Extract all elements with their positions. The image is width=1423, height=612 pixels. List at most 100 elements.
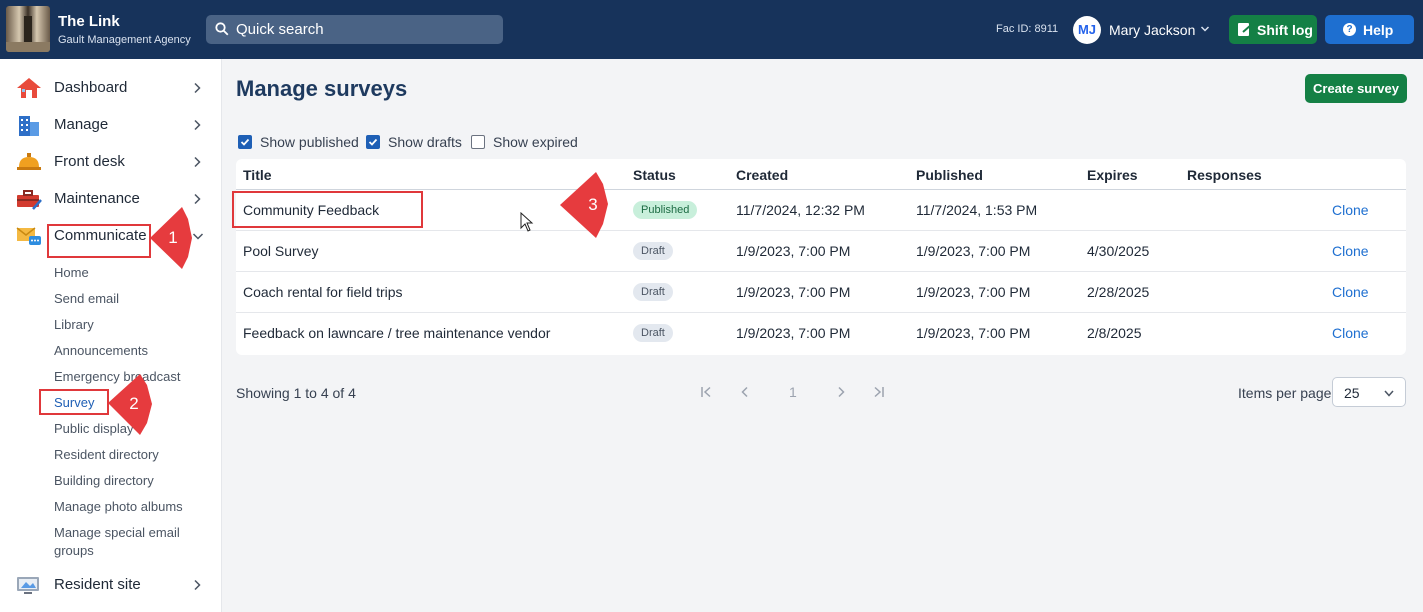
facility-id: Fac ID: 8911 (996, 23, 1059, 35)
published-date: 1/9/2023, 7:00 PM (916, 284, 1031, 300)
search-icon (215, 22, 229, 36)
check-icon (368, 138, 378, 146)
column-header-created[interactable]: Created (736, 167, 788, 183)
search-placeholder: Quick search (236, 21, 324, 38)
table-row[interactable]: Pool Survey Draft 1/9/2023, 7:00 PM 1/9/… (236, 231, 1406, 272)
table-row[interactable]: Feedback on lawncare / tree maintenance … (236, 313, 1406, 354)
items-per-page-select[interactable]: 25 (1332, 377, 1406, 407)
highlight-box-survey (39, 389, 109, 415)
create-survey-button[interactable]: Create survey (1305, 74, 1407, 103)
created-date: 11/7/2024, 12:32 PM (736, 202, 865, 218)
clone-link[interactable]: Clone (1332, 243, 1369, 259)
current-page[interactable]: 1 (789, 384, 797, 400)
mail-chat-icon (16, 227, 41, 245)
help-button[interactable]: ? Help (1325, 15, 1414, 44)
note-edit-icon (1238, 23, 1252, 36)
survey-title[interactable]: Coach rental for field trips (243, 284, 403, 300)
sidebar-subitem-manage-photo-albums[interactable]: Manage photo albums (54, 499, 183, 514)
chevron-down-icon[interactable] (1200, 22, 1210, 36)
survey-title[interactable]: Pool Survey (243, 243, 318, 259)
items-per-page-label: Items per page (1238, 385, 1332, 401)
sidebar-item-resident-site[interactable]: Resident site (0, 570, 222, 600)
column-header-title[interactable]: Title (243, 167, 272, 183)
column-header-responses[interactable]: Responses (1187, 167, 1262, 183)
app-subtitle: Gault Management Agency (58, 34, 191, 46)
chevron-right-icon (194, 119, 201, 131)
items-per-page-value: 25 (1344, 385, 1360, 401)
filter-label: Show drafts (388, 134, 462, 150)
sidebar-item-dashboard[interactable]: Dashboard (0, 73, 222, 103)
first-page-icon[interactable] (700, 386, 714, 398)
chevron-right-icon (194, 82, 201, 94)
callout-number-1: 1 (168, 228, 178, 247)
callout-number-3: 3 (588, 195, 598, 214)
sidebar-subitem-library[interactable]: Library (54, 317, 94, 332)
sidebar-item-label: Maintenance (54, 190, 140, 207)
next-page-icon[interactable] (835, 386, 847, 398)
sidebar-item-label: Dashboard (54, 79, 128, 96)
expires-date: 2/28/2025 (1087, 284, 1150, 300)
sidebar-subitem-building-directory[interactable]: Building directory (54, 473, 154, 488)
monitor-icon (17, 577, 39, 594)
sidebar-item-label: Resident site (54, 576, 141, 593)
help-icon: ? (1343, 23, 1356, 36)
bell-icon (17, 153, 41, 170)
created-date: 1/9/2023, 7:00 PM (736, 325, 851, 341)
sidebar-item-manage[interactable]: Manage (0, 110, 222, 140)
column-header-status[interactable]: Status (633, 167, 676, 183)
checkbox-checked[interactable] (238, 135, 252, 149)
mouse-cursor-icon (520, 212, 534, 232)
user-name[interactable]: Mary Jackson (1109, 22, 1195, 38)
showing-count: Showing 1 to 4 of 4 (236, 385, 356, 401)
status-badge: Published (633, 201, 698, 219)
house-icon (17, 78, 41, 98)
checkbox-unchecked[interactable] (471, 135, 485, 149)
help-label: Help (1363, 22, 1394, 38)
sidebar-item-label: Front desk (54, 153, 125, 170)
clone-link[interactable]: Clone (1332, 202, 1369, 218)
page-title: Manage surveys (236, 76, 408, 101)
sidebar: Dashboard Manage Front desk Maintenance … (0, 59, 222, 612)
clone-link[interactable]: Clone (1332, 284, 1369, 300)
top-bar: The Link Gault Management Agency Quick s… (0, 0, 1423, 59)
sidebar-subitem-manage-special-email-groups[interactable]: Manage special email (54, 525, 180, 540)
published-date: 1/9/2023, 7:00 PM (916, 325, 1031, 341)
shift-log-label: Shift log (1257, 22, 1313, 38)
checkbox-checked[interactable] (366, 135, 380, 149)
column-header-expires[interactable]: Expires (1087, 167, 1138, 183)
created-date: 1/9/2023, 7:00 PM (736, 243, 851, 259)
sidebar-subitem-home[interactable]: Home (54, 265, 89, 280)
survey-title[interactable]: Feedback on lawncare / tree maintenance … (243, 325, 550, 341)
status-badge: Draft (633, 324, 673, 342)
table-row[interactable]: Coach rental for field trips Draft 1/9/2… (236, 272, 1406, 313)
sidebar-subitem-send-email[interactable]: Send email (54, 291, 119, 306)
status-badge: Draft (633, 283, 673, 301)
published-date: 11/7/2024, 1:53 PM (916, 202, 1038, 218)
chevron-right-icon (194, 579, 201, 591)
filter-label: Show published (260, 134, 359, 150)
chevron-right-icon (194, 156, 201, 168)
created-date: 1/9/2023, 7:00 PM (736, 284, 851, 300)
filter-label: Show expired (493, 134, 578, 150)
building-icon (19, 116, 39, 136)
expires-date: 4/30/2025 (1087, 243, 1150, 259)
sidebar-item-label: Manage (54, 116, 109, 133)
callout-number-2: 2 (129, 394, 139, 413)
prev-page-icon[interactable] (739, 386, 751, 398)
sidebar-subitem-manage-special-email-groups-cont[interactable]: groups (54, 543, 94, 558)
check-icon (240, 138, 250, 146)
published-date: 1/9/2023, 7:00 PM (916, 243, 1031, 259)
avatar[interactable]: MJ (1073, 16, 1101, 44)
quick-search-input[interactable]: Quick search (206, 15, 503, 44)
last-page-icon[interactable] (871, 386, 885, 398)
app-logo[interactable] (6, 6, 50, 52)
shift-log-button[interactable]: Shift log (1229, 15, 1317, 44)
toolbox-icon (17, 190, 42, 210)
clone-link[interactable]: Clone (1332, 325, 1369, 341)
app-title: The Link (58, 13, 120, 30)
column-header-published[interactable]: Published (916, 167, 983, 183)
sidebar-item-front-desk[interactable]: Front desk (0, 147, 222, 177)
sidebar-subitem-resident-directory[interactable]: Resident directory (54, 447, 159, 462)
chevron-down-icon (1384, 390, 1394, 397)
sidebar-subitem-announcements[interactable]: Announcements (54, 343, 148, 358)
